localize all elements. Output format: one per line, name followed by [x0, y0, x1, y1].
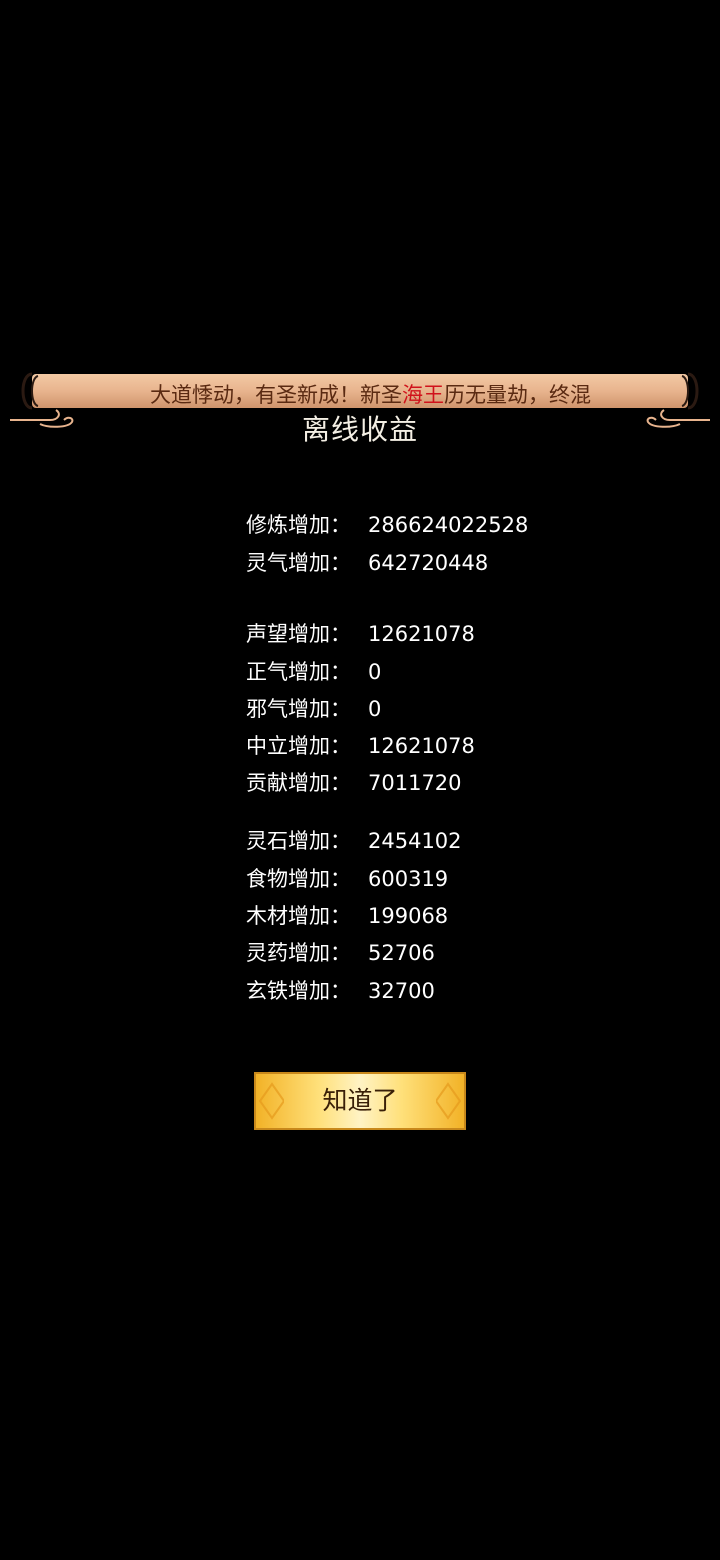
reward-row-contribution: 贡献增加： 7011720 — [246, 766, 462, 800]
reward-row-evil: 邪气增加： 0 — [246, 692, 381, 726]
reward-label: 修炼增加： — [246, 513, 351, 537]
reward-label: 玄铁增加： — [246, 979, 351, 1003]
reward-row-herb: 灵药增加： 52706 — [246, 936, 435, 970]
reward-label: 声望增加： — [246, 622, 351, 646]
reward-row-spirit-qi: 灵气增加： 642720448 — [246, 546, 488, 580]
announcement-text-part2: 历无量劫，终混 — [444, 383, 591, 407]
reward-row-food: 食物增加： 600319 — [246, 862, 448, 896]
reward-value: 642720448 — [368, 551, 489, 575]
announcement-text: 大道悸动，有圣新成！新圣海王历无量劫，终混 — [150, 378, 664, 412]
confirm-button-label: 知道了 — [322, 1086, 398, 1115]
reward-label: 中立增加： — [246, 734, 351, 758]
dialog-title: 离线收益 — [301, 413, 418, 446]
reward-value: 52706 — [368, 941, 435, 965]
reward-value: 12621078 — [368, 734, 475, 758]
reward-value: 600319 — [368, 867, 449, 891]
reward-row-righteous: 正气增加： 0 — [246, 655, 381, 689]
reward-label: 食物增加： — [246, 867, 351, 891]
confirm-button[interactable]: 知道了 — [254, 1072, 466, 1130]
reward-value: 0 — [368, 697, 382, 721]
reward-label: 贡献增加： — [246, 771, 351, 795]
reward-value: 0 — [368, 660, 382, 684]
reward-label: 灵石增加： — [246, 829, 351, 853]
reward-row-iron: 玄铁增加： 32700 — [246, 974, 435, 1008]
announcement-highlight-name: 海王 — [402, 383, 444, 407]
reward-value: 2454102 — [368, 829, 462, 853]
diamond-ornament-icon — [258, 1082, 284, 1120]
reward-label: 灵药增加： — [246, 941, 351, 965]
reward-label: 灵气增加： — [246, 551, 351, 575]
diamond-ornament-icon — [436, 1082, 462, 1120]
reward-value: 199068 — [368, 904, 449, 928]
reward-value: 286624022528 — [368, 513, 529, 537]
reward-row-cultivation: 修炼增加： 286624022528 — [246, 508, 528, 542]
reward-value: 32700 — [368, 979, 435, 1003]
reward-row-neutral: 中立增加： 12621078 — [246, 729, 475, 763]
reward-row-spirit-stone: 灵石增加： 2454102 — [246, 824, 462, 858]
announcement-text-part1: 大道悸动，有圣新成！新圣 — [150, 383, 402, 407]
reward-value: 12621078 — [368, 622, 475, 646]
reward-label: 木材增加： — [246, 904, 351, 928]
reward-row-wood: 木材增加： 199068 — [246, 899, 448, 933]
reward-row-reputation: 声望增加： 12621078 — [246, 617, 475, 651]
reward-label: 正气增加： — [246, 660, 351, 684]
reward-value: 7011720 — [368, 771, 462, 795]
reward-label: 邪气增加： — [246, 697, 351, 721]
